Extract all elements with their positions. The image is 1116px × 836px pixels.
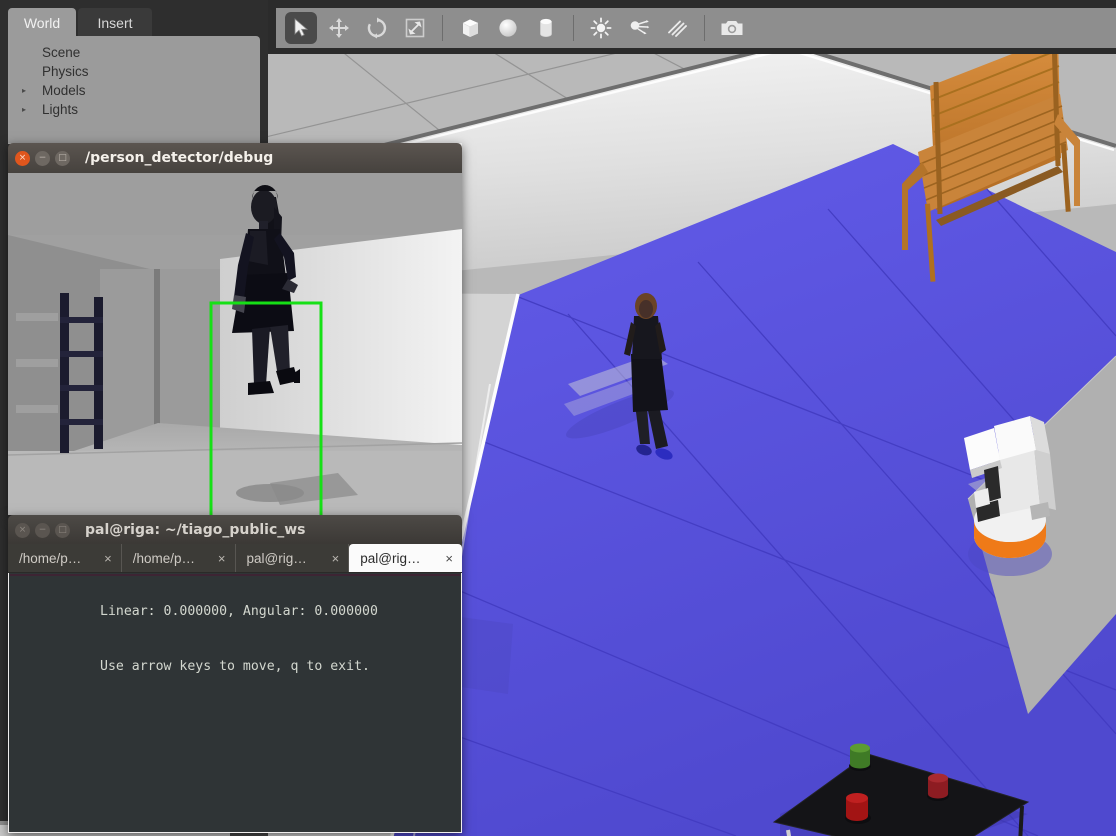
tab-insert-label: Insert [97, 15, 132, 31]
close-glyph: × [19, 525, 27, 535]
terminal-tab-3-label: pal@rig… [247, 551, 307, 566]
terminal-tab-bar: /home/p… × /home/p… × pal@rig… × pal@rig… [8, 545, 462, 573]
terminal-blank-line [10, 621, 460, 657]
point-light-tool-button[interactable] [585, 12, 617, 44]
person-detector-title: /person_detector/debug [85, 150, 273, 166]
terminal-tab-4-label: pal@rig… [360, 551, 420, 566]
terminal-text-buffer: Linear: 0.000000, Angular: 0.000000 Use … [10, 574, 460, 831]
detector-camera-frame [8, 173, 462, 515]
minimize-icon[interactable]: − [35, 151, 50, 166]
maximize-icon[interactable]: □ [55, 151, 70, 166]
tree-item-scene[interactable]: ▸ Scene [8, 43, 260, 62]
tree-item-scene-label: Scene [32, 45, 80, 60]
rotate-tool-button[interactable] [361, 12, 393, 44]
tab-insert[interactable]: Insert [78, 8, 152, 38]
tree-item-models[interactable]: ▸ Models [8, 81, 260, 100]
terminal-tab-1-label: /home/p… [19, 551, 81, 566]
close-icon[interactable]: × [332, 551, 340, 566]
toolbar-separator [573, 15, 574, 41]
gazebo-panel-tabs: World Insert [8, 8, 260, 38]
chevron-right-icon[interactable]: ▸ [16, 81, 32, 100]
minimize-icon[interactable]: − [35, 523, 50, 538]
chevron-right-icon: ▸ [16, 62, 32, 81]
tab-world[interactable]: World [8, 8, 76, 38]
toolbar-separator [704, 15, 705, 41]
terminal-titlebar[interactable]: × − □ pal@riga: ~/tiago_public_ws [8, 515, 462, 545]
maximize-icon[interactable]: □ [55, 523, 70, 538]
minimize-glyph: − [39, 153, 47, 163]
toolbar-separator [442, 15, 443, 41]
gazebo-toolbar [268, 0, 1116, 54]
close-icon[interactable]: × [104, 551, 112, 566]
tree-item-physics-label: Physics [32, 64, 89, 79]
spot-light-tool-button[interactable] [623, 12, 655, 44]
tree-item-models-label: Models [32, 83, 86, 98]
chevron-right-icon: ▸ [16, 43, 32, 62]
cylinder-tool-button[interactable] [530, 12, 562, 44]
close-icon[interactable]: × [15, 523, 30, 538]
close-icon[interactable]: × [15, 151, 30, 166]
close-icon[interactable]: × [218, 551, 226, 566]
maximize-glyph: □ [58, 153, 67, 163]
person-detector-window[interactable]: × − □ /person_detector/debug [8, 143, 462, 515]
close-icon[interactable]: × [445, 551, 453, 566]
terminal-tab-3[interactable]: pal@rig… × [236, 544, 350, 572]
tree-item-physics[interactable]: ▸ Physics [8, 62, 260, 81]
translate-tool-button[interactable] [323, 12, 355, 44]
terminal-line-1: Linear: 0.000000, Angular: 0.000000 [10, 602, 460, 621]
sphere-tool-button[interactable] [492, 12, 524, 44]
tree-item-lights[interactable]: ▸ Lights [8, 100, 260, 119]
terminal-tab-2-label: /home/p… [133, 551, 195, 566]
world-tree: ▸ Scene ▸ Physics ▸ Models ▸ Lights [8, 36, 260, 144]
terminal-window[interactable]: × − □ pal@riga: ~/tiago_public_ws /home/… [8, 515, 462, 833]
tree-item-lights-label: Lights [32, 102, 78, 117]
tiago-robot [964, 416, 1056, 576]
terminal-tab-1[interactable]: /home/p… × [8, 544, 122, 572]
terminal-tab-4[interactable]: pal@rig… × [349, 544, 462, 572]
terminal-line-2: Use arrow keys to move, q to exit. [10, 657, 460, 676]
terminal-title: pal@riga: ~/tiago_public_ws [85, 522, 306, 538]
tab-world-label: World [24, 15, 60, 31]
person-detector-image [8, 173, 462, 515]
select-tool-button[interactable] [285, 12, 317, 44]
app-root: World Insert ▸ Scene ▸ Physics ▸ Models … [0, 0, 1116, 836]
scale-tool-button[interactable] [399, 12, 431, 44]
terminal-output-area[interactable]: Linear: 0.000000, Angular: 0.000000 Use … [8, 573, 462, 833]
box-tool-button[interactable] [454, 12, 486, 44]
maximize-glyph: □ [58, 525, 67, 535]
terminal-tab-2[interactable]: /home/p… × [122, 544, 236, 572]
minimize-glyph: − [39, 525, 47, 535]
directional-light-tool-button[interactable] [661, 12, 693, 44]
chevron-right-icon[interactable]: ▸ [16, 100, 32, 119]
close-glyph: × [19, 153, 27, 163]
person-detector-titlebar[interactable]: × − □ /person_detector/debug [8, 143, 462, 173]
toolbar-button-group [276, 8, 1116, 48]
screenshot-tool-button[interactable] [716, 12, 748, 44]
